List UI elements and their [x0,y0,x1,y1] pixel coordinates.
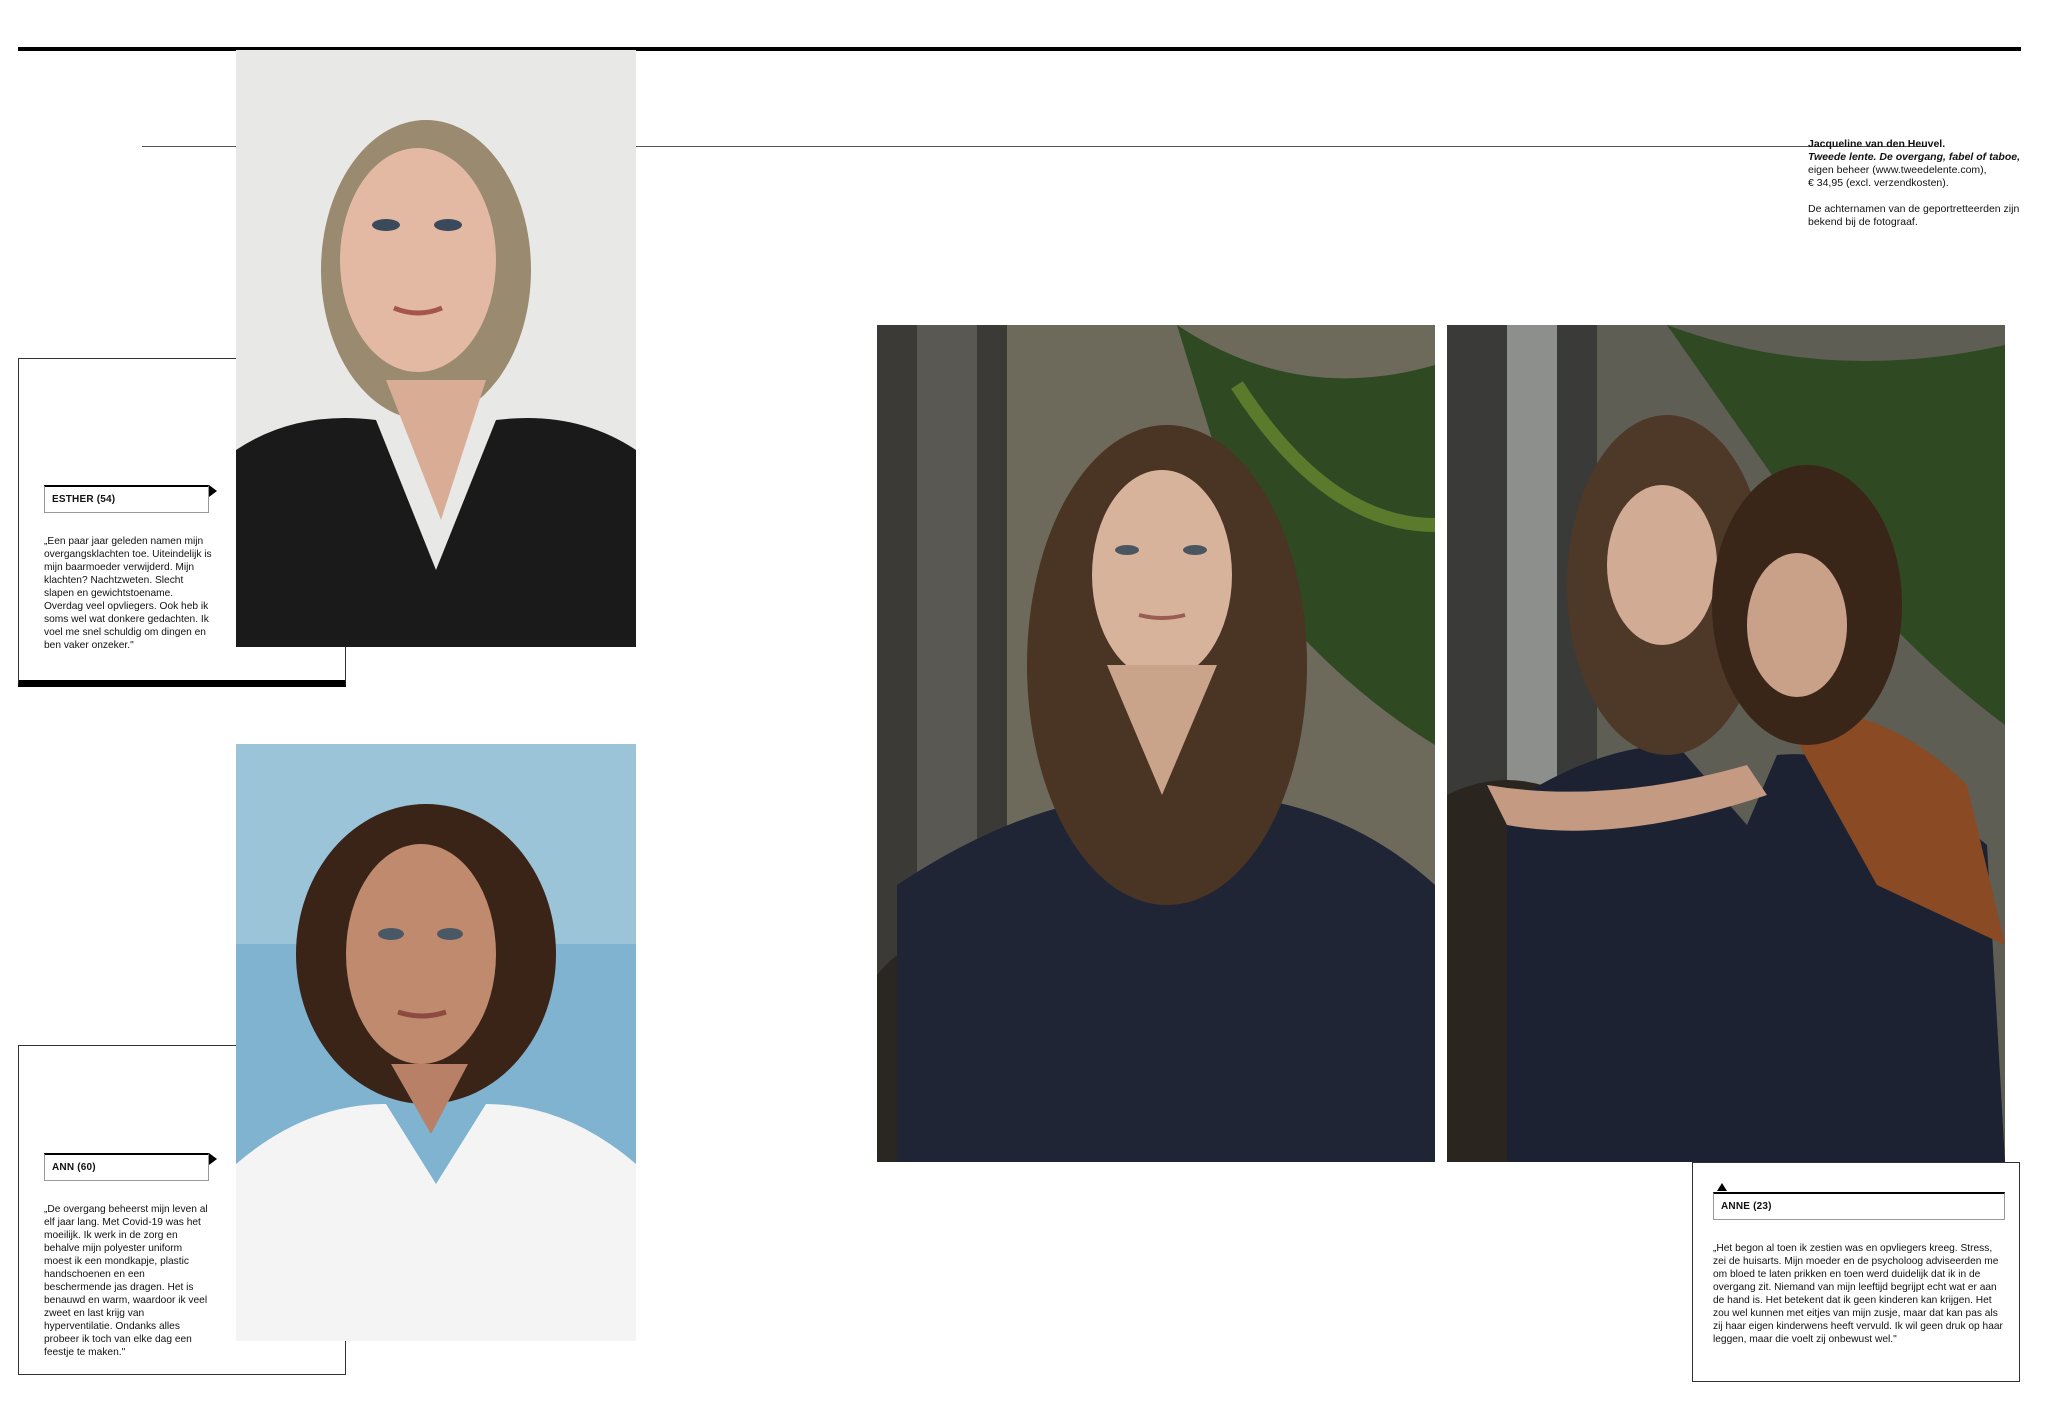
thin-rule-left [142,146,237,147]
esther-name: ESTHER (54) [52,494,116,505]
esther-name-tab: ESTHER (54) [44,485,217,513]
anne-name-tab: ANNE (23) [1713,1183,2005,1220]
thin-rule-right [636,146,1926,147]
credit-book-title: Tweede lente. De overgang, fabel of tabo… [1808,151,2020,163]
credit-publisher: eigen beheer (www.tweedelente.com), [1808,164,1987,176]
book-credits: Jacqueline van den Heuvel. Tweede lente.… [1808,138,2020,229]
esther-portrait [236,50,636,647]
credit-author: Jacqueline van den Heuvel. [1808,138,1946,150]
anne-with-sister-photo [1447,325,2005,1162]
anne-portrait [877,325,1435,1162]
anne-quote: „Het begon al toen ik zestien was en opv… [1713,1243,2003,1345]
ann-name-tab: ANN (60) [44,1153,217,1181]
ann-portrait [236,744,636,1341]
credit-price: € 34,95 (excl. verzendkosten). [1808,177,1949,189]
flag-icon [209,1153,217,1165]
ann-quote: „De overgang beheerst mijn leven al elf … [44,1204,208,1358]
flag-icon [209,485,217,497]
esther-quote: „Een paar jaar geleden namen mijn overga… [44,536,212,651]
anne-name: ANNE (23) [1721,1201,1772,1212]
ann-name: ANN (60) [52,1162,96,1173]
credit-note: De achternamen van de geportretteerden z… [1808,203,2020,228]
flag-icon [1717,1183,1727,1191]
